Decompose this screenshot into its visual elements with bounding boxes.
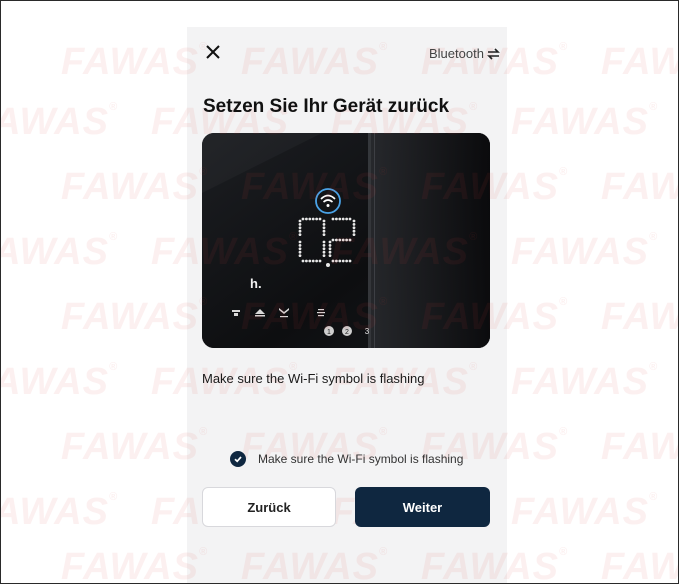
watermark-text: FAWAS® — [511, 491, 659, 533]
watermark-text: FAWAS® — [1, 101, 119, 143]
page-title: Setzen Sie Ihr Gerät zurück — [203, 96, 450, 117]
close-icon — [206, 45, 220, 59]
check-icon — [234, 456, 242, 463]
back-button[interactable]: Zurück — [202, 487, 336, 527]
watermark-text: FAWAS® — [1, 361, 119, 403]
watermark-text: FAWAS® — [601, 296, 678, 338]
watermark-text: FAWAS® — [601, 426, 678, 468]
unit-label: h. — [250, 276, 262, 291]
step-1: 1 — [327, 329, 331, 336]
watermark-text: FAWAS® — [601, 546, 678, 584]
watermark-text: FAWAS® — [601, 41, 678, 83]
watermark-text: FAWAS® — [511, 361, 659, 403]
watermark-text: FAWAS® — [601, 166, 678, 208]
watermark-text: FAWAS® — [1, 491, 119, 533]
device-photo: h. 1 2 3 — [202, 133, 490, 348]
watermark-text: FAWAS® — [1, 231, 119, 273]
menu-ok-icon — [317, 309, 325, 317]
watermark-text: FAWAS® — [511, 101, 659, 143]
bluetooth-label: Bluetooth — [429, 46, 484, 61]
close-button[interactable] — [202, 41, 224, 63]
next-button[interactable]: Weiter — [355, 487, 490, 527]
watermark-text: FAWAS® — [511, 231, 659, 273]
swap-arrows-icon — [487, 47, 500, 60]
checkbox-label: Make sure the Wi-Fi symbol is flashing — [258, 452, 464, 466]
screenshot-frame: Bluetooth Setzen Sie Ihr Gerät zurück h.… — [0, 0, 679, 584]
bluetooth-switch-link[interactable]: Bluetooth — [429, 46, 500, 61]
step-3: 3 — [365, 327, 370, 336]
checkbox-checked[interactable] — [230, 451, 246, 467]
instruction-text: Make sure the Wi-Fi symbol is flashing — [202, 371, 425, 386]
confirm-checkbox[interactable]: Make sure the Wi-Fi symbol is flashing — [230, 451, 463, 467]
step-2: 2 — [345, 329, 349, 336]
